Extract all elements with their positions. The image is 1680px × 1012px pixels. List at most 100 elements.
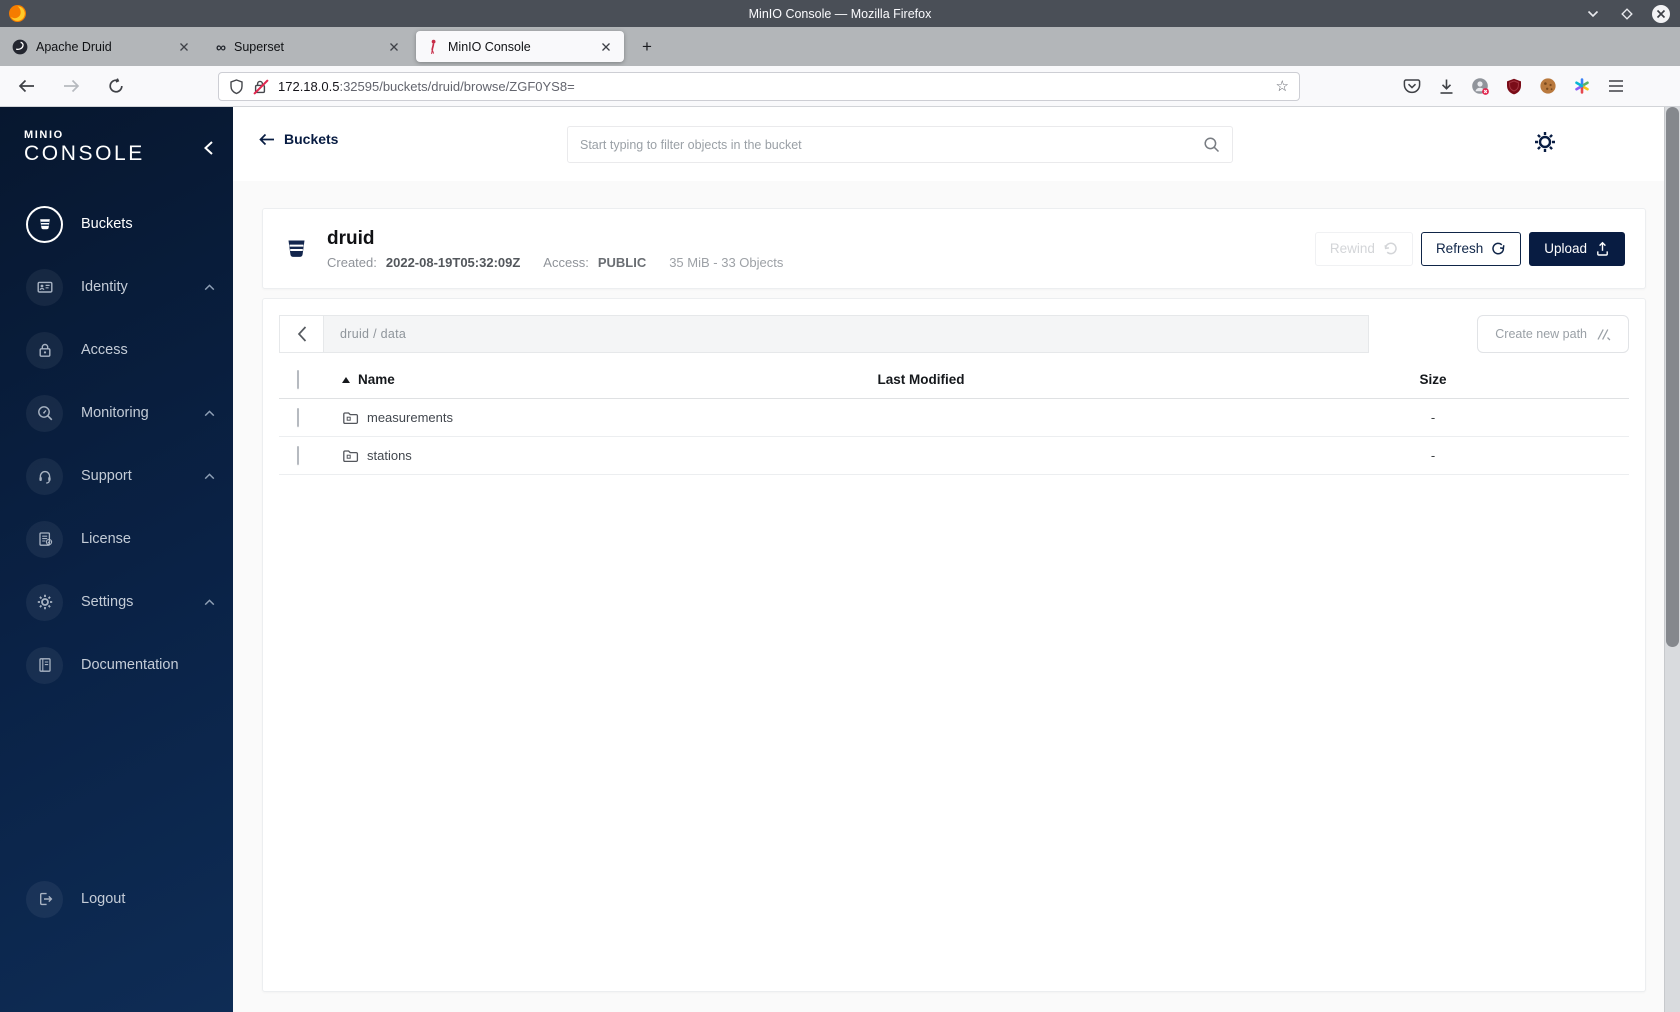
sidebar-item-label: Documentation [81, 657, 179, 673]
back-link-label: Buckets [284, 131, 339, 147]
sidebar-item-logout[interactable]: Logout [26, 877, 217, 921]
select-all-checkbox[interactable] [297, 369, 299, 389]
column-header-last-modified: Last Modified [877, 372, 965, 387]
pocket-icon[interactable] [1398, 72, 1426, 100]
sidebar-item-buckets[interactable]: Buckets [26, 202, 217, 246]
create-new-path-button[interactable]: Create new path [1477, 315, 1629, 353]
account-extension-icon[interactable] [1466, 72, 1494, 100]
new-path-icon [1596, 328, 1611, 341]
window-minimize-button[interactable] [1584, 5, 1602, 23]
column-header-name[interactable]: Name [325, 372, 725, 387]
minio-favicon [426, 39, 440, 55]
refresh-button[interactable]: Refresh [1420, 231, 1522, 266]
table-row[interactable]: stations - [279, 437, 1629, 475]
downloads-icon[interactable] [1432, 72, 1460, 100]
new-tab-button[interactable]: + [634, 34, 660, 60]
tab-apache-druid[interactable]: Apache Druid [2, 31, 202, 62]
back-to-buckets-link[interactable]: Buckets [259, 131, 338, 147]
bucket-summary-card: druid Created: 2022-08-19T05:32:09Z Acce… [262, 208, 1646, 289]
logout-icon [26, 880, 63, 918]
bucket-icon [283, 235, 310, 262]
url-host: 172.18.0.5 [278, 79, 340, 94]
row-checkbox[interactable] [297, 407, 299, 427]
sidebar-item-label: Identity [81, 279, 128, 295]
rewind-button[interactable]: Rewind [1314, 231, 1413, 266]
sidebar-item-support[interactable]: Support [26, 454, 217, 498]
main-content: Buckets druid Created: 2022-08-19T0 [233, 107, 1680, 1012]
url-path: :32595/buckets/druid/browse/ZGF0YS8= [339, 79, 575, 94]
sidebar: MINIO CONSOLE Buckets Identity Access Mo… [0, 107, 233, 1012]
ublock-icon[interactable] [1500, 72, 1528, 100]
scrollbar-thumb[interactable] [1666, 107, 1679, 647]
back-button[interactable] [12, 72, 40, 100]
sidebar-item-monitoring[interactable]: Monitoring [26, 391, 217, 435]
license-icon [26, 520, 63, 558]
monitoring-icon [26, 394, 63, 432]
filter-objects-search[interactable] [567, 126, 1233, 163]
sidebar-item-label: Logout [81, 891, 126, 907]
cookie-extension-icon[interactable] [1534, 72, 1562, 100]
support-icon [26, 457, 63, 495]
page-header: Buckets [233, 107, 1680, 181]
sidebar-item-label: Support [81, 468, 132, 484]
tab-close-icon[interactable] [596, 37, 616, 57]
folder-icon [342, 410, 359, 426]
tab-label: Apache Druid [36, 39, 112, 54]
forward-button[interactable] [57, 72, 85, 100]
upload-button-label: Upload [1544, 241, 1587, 256]
insecure-lock-icon[interactable] [253, 79, 269, 95]
minio-logo: MINIO CONSOLE [24, 129, 145, 166]
sidebar-item-label: Access [81, 342, 128, 358]
page-scrollbar [1664, 107, 1680, 1012]
refresh-button-label: Refresh [1435, 241, 1484, 256]
chevron-up-icon [204, 598, 215, 606]
tab-close-icon[interactable] [174, 37, 194, 57]
row-checkbox[interactable] [297, 445, 299, 465]
sidebar-item-label: Monitoring [81, 405, 149, 421]
tab-superset[interactable]: ∞ Superset [206, 31, 412, 62]
bookmark-star-icon[interactable]: ☆ [1276, 79, 1289, 94]
sidebar-collapse-button[interactable] [199, 139, 217, 157]
table-row[interactable]: measurements - [279, 399, 1629, 437]
url-bar[interactable]: 172.18.0.5:32595/buckets/druid/browse/ZG… [218, 72, 1300, 101]
tab-close-icon[interactable] [384, 37, 404, 57]
breadcrumb[interactable]: druid / data [323, 315, 1370, 353]
druid-favicon [12, 39, 28, 55]
sidebar-item-identity[interactable]: Identity [26, 265, 217, 309]
object-name: measurements [367, 410, 453, 425]
tab-minio-console[interactable]: MinIO Console [416, 31, 624, 62]
path-back-button[interactable] [279, 315, 323, 353]
url-text: 172.18.0.5:32595/buckets/druid/browse/ZG… [278, 79, 1267, 94]
created-value: 2022-08-19T05:32:09Z [385, 254, 521, 270]
window-titlebar: MinIO Console — Mozilla Firefox [0, 0, 1680, 27]
chevron-up-icon [204, 409, 215, 417]
colorful-extension-icon[interactable] [1568, 72, 1596, 100]
window-close-button[interactable] [1652, 4, 1670, 23]
search-input[interactable] [580, 137, 1203, 152]
chevron-up-icon [204, 472, 215, 480]
column-header-size: Size [1419, 372, 1447, 387]
sidebar-item-access[interactable]: Access [26, 328, 217, 372]
console-settings-gear-icon[interactable] [1532, 129, 1558, 155]
sidebar-item-license[interactable]: License [26, 517, 217, 561]
upload-button[interactable]: Upload [1529, 231, 1625, 266]
superset-favicon: ∞ [216, 38, 226, 55]
menu-icon[interactable] [1602, 72, 1630, 100]
sidebar-item-documentation[interactable]: Documentation [26, 643, 217, 687]
documentation-icon [26, 646, 63, 684]
shield-icon[interactable] [229, 78, 244, 95]
sort-ascending-icon [342, 376, 350, 383]
window-maximize-button[interactable] [1618, 5, 1636, 23]
tab-label: Superset [233, 39, 285, 54]
tab-bar: Apache Druid ∞ Superset MinIO Console + [0, 27, 1680, 66]
logo-console: CONSOLE [24, 142, 145, 165]
object-size: - [1430, 448, 1436, 463]
search-icon [1203, 136, 1220, 153]
object-browser-card: druid / data Create new path Name Last M… [262, 298, 1646, 992]
sidebar-item-label: Settings [81, 594, 134, 610]
window-title: MinIO Console — Mozilla Firefox [748, 6, 932, 21]
bucket-icon [26, 205, 63, 243]
sidebar-item-settings[interactable]: Settings [26, 580, 217, 624]
folder-icon [342, 448, 359, 464]
reload-button[interactable] [102, 72, 130, 100]
